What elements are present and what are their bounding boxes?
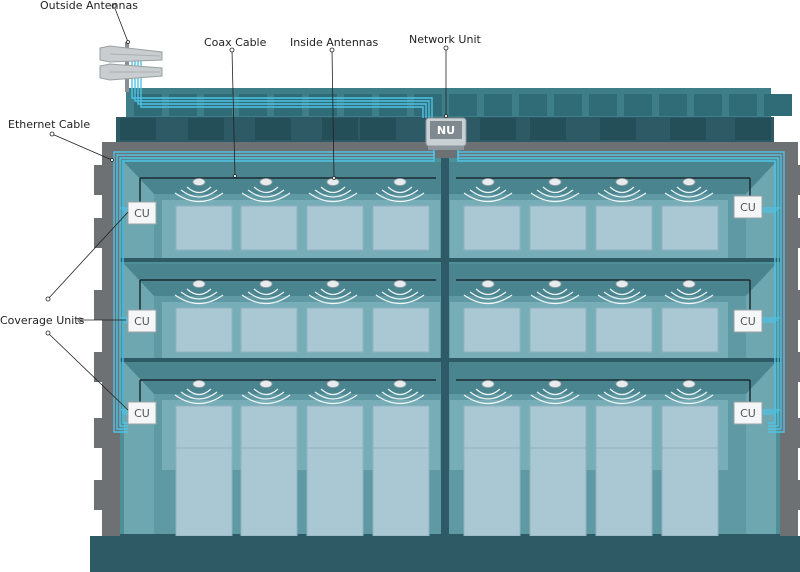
window (595, 307, 653, 353)
coverage-unit: CU (127, 201, 157, 225)
window (240, 405, 298, 451)
inside-antennas-label: Inside Antennas (290, 36, 379, 49)
outside-antennas-graphic (99, 42, 163, 92)
coverage-unit-label: CU (740, 201, 756, 214)
coverage-unit-label: CU (740, 407, 756, 420)
window (175, 205, 233, 251)
window (529, 307, 587, 353)
window (240, 307, 298, 353)
ground-floor-window (372, 447, 430, 537)
building-base (90, 536, 800, 572)
ground-floor-window (463, 447, 521, 537)
floors (120, 162, 780, 538)
coverage-unit: CU (733, 309, 763, 333)
window (595, 405, 653, 451)
window (372, 307, 430, 353)
ethernet-cable-label: Ethernet Cable (8, 118, 90, 131)
coverage-unit-label: CU (134, 315, 150, 328)
window (463, 205, 521, 251)
outside-antennas-label: Outside Antennas (40, 0, 138, 12)
window (372, 405, 430, 451)
window (595, 205, 653, 251)
ground-floor-window (595, 447, 653, 537)
coverage-unit: CU (733, 401, 763, 425)
building-network-diagram: CU CU CU CU CU CU NU Outside Antennas Coax Ca… (0, 0, 800, 572)
network-unit-title: Network Unit (409, 33, 482, 46)
coverage-unit: CU (127, 309, 157, 333)
window (175, 405, 233, 451)
coverage-unit-label: CU (740, 315, 756, 328)
coverage-unit: CU (127, 401, 157, 425)
center-divider (441, 158, 449, 536)
coverage-unit-label: CU (134, 207, 150, 220)
ground-floor-window (240, 447, 298, 537)
coverage-units-label: Coverage Units (0, 314, 85, 327)
window (529, 405, 587, 451)
window (661, 307, 719, 353)
network-unit-label: NU (437, 124, 455, 137)
window (306, 405, 364, 451)
ground-floor-window (175, 447, 233, 537)
coverage-unit-label: CU (134, 407, 150, 420)
window (463, 307, 521, 353)
window (240, 205, 298, 251)
window (175, 307, 233, 353)
window (661, 405, 719, 451)
coax-cable-label: Coax Cable (204, 36, 267, 49)
ground-floor-window (529, 447, 587, 537)
coverage-unit: CU (733, 195, 763, 219)
network-unit: NU (425, 117, 467, 150)
ground-floor-window (306, 447, 364, 537)
window (306, 205, 364, 251)
window (463, 405, 521, 451)
window (529, 205, 587, 251)
window (306, 307, 364, 353)
ground-floor-window (661, 447, 719, 537)
window (661, 205, 719, 251)
window (372, 205, 430, 251)
